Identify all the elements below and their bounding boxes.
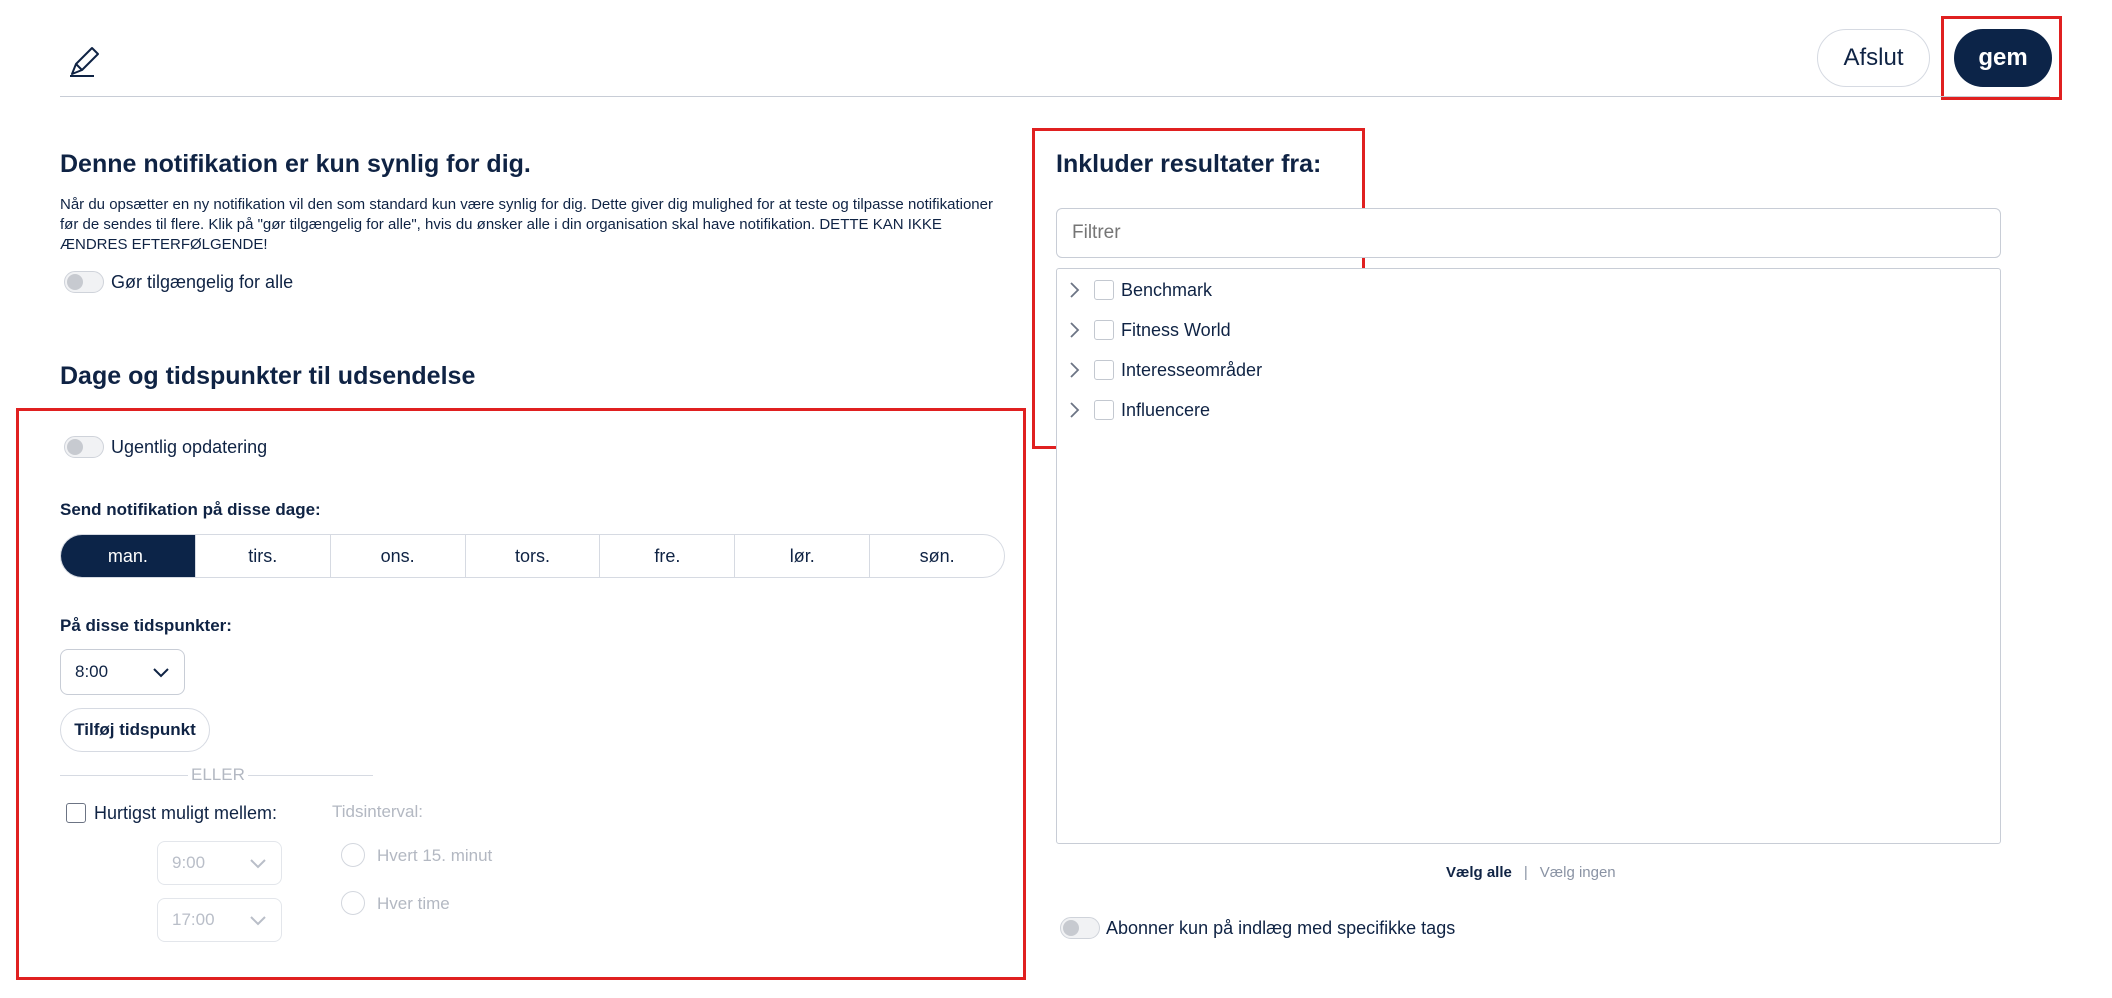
chevron-down-icon: [250, 916, 266, 926]
or-divider-right: [248, 775, 373, 776]
schedule-title: Dage og tidspunkter til udsendelse: [60, 362, 476, 390]
pencil-icon: [70, 47, 99, 77]
exit-button[interactable]: Afslut: [1817, 29, 1930, 87]
or-label: ELLER: [191, 765, 245, 784]
public-toggle-label: Gør tilgængelig for alle: [111, 272, 294, 292]
chevron-right-icon[interactable]: [1065, 321, 1083, 339]
tree-item-label: Interesseområder: [1121, 359, 1263, 380]
day-sat[interactable]: lør.: [735, 535, 871, 577]
day-wed[interactable]: ons.: [331, 535, 466, 577]
tags-toggle[interactable]: [1060, 917, 1100, 939]
chevron-right-icon[interactable]: [1065, 361, 1083, 379]
chevron-right-icon[interactable]: [1065, 281, 1083, 299]
tree-item-label: Fitness World: [1121, 319, 1231, 340]
select-none-link[interactable]: Vælg ingen: [1540, 864, 1616, 881]
tree-item-benchmark[interactable]: Benchmark: [1065, 275, 1212, 305]
filter-input[interactable]: [1056, 208, 2001, 258]
tree-item-label: Influencere: [1121, 399, 1211, 420]
weekly-toggle-label: Ugentlig opdatering: [111, 437, 268, 457]
visibility-description: Når du opsætter en ny notifikation vil d…: [60, 196, 993, 253]
day-fri[interactable]: fre.: [600, 535, 736, 577]
to-time-value: 17:00: [172, 910, 215, 929]
asap-checkbox[interactable]: [66, 803, 86, 823]
days-label: Send notifikation på disse dage:: [60, 500, 321, 519]
tree-checkbox[interactable]: [1094, 280, 1114, 300]
time-select-value: 8:00: [75, 662, 109, 681]
tree-checkbox[interactable]: [1094, 320, 1114, 340]
asap-label: Hurtigst muligt mellem:: [94, 803, 278, 823]
add-time-button[interactable]: Tilføj tidspunkt: [60, 708, 210, 752]
interval-15min-radio[interactable]: [341, 843, 365, 867]
sources-title: Inkluder resultater fra:: [1056, 150, 1322, 178]
from-time-select[interactable]: 9:00: [157, 841, 282, 885]
tree-item-interests[interactable]: Interesseområder: [1065, 355, 1262, 385]
day-tue[interactable]: tirs.: [196, 535, 331, 577]
interval-hourly-radio[interactable]: [341, 891, 365, 915]
interval-15min-label: Hvert 15. minut: [377, 846, 493, 865]
to-time-select[interactable]: 17:00: [157, 898, 282, 942]
tree-item-fitness-world[interactable]: Fitness World: [1065, 315, 1231, 345]
tree-checkbox[interactable]: [1094, 400, 1114, 420]
day-selector: man. tirs. ons. tors. fre. lør. søn.: [60, 534, 1005, 578]
public-toggle[interactable]: [64, 271, 104, 293]
select-separator: |: [1523, 864, 1528, 881]
tree-item-influencers[interactable]: Influencere: [1065, 395, 1210, 425]
from-time-value: 9:00: [172, 853, 206, 872]
day-sun[interactable]: søn.: [870, 535, 1004, 577]
weekly-toggle[interactable]: [64, 436, 104, 458]
chevron-down-icon: [153, 668, 169, 678]
tags-toggle-label: Abonner kun på indlæg med specifikke tag…: [1106, 918, 1456, 938]
select-all-link[interactable]: Vælg alle: [1446, 864, 1512, 881]
or-divider-left: [60, 775, 188, 776]
tree-item-label: Benchmark: [1121, 279, 1213, 300]
visibility-title: Denne notifikation er kun synlig for dig…: [60, 150, 531, 178]
time-select[interactable]: 8:00: [60, 649, 185, 695]
interval-hourly-label: Hver time: [377, 894, 450, 913]
select-links: Vælg alle | Vælg ingen: [1446, 864, 1616, 881]
header-divider: [60, 96, 2050, 97]
times-label: På disse tidspunkter:: [60, 616, 232, 635]
interval-label: Tidsinterval:: [332, 802, 424, 821]
source-tree: Benchmark Fitness World Interesseområder…: [1056, 268, 2001, 844]
save-button[interactable]: gem: [1954, 29, 2052, 87]
day-thu[interactable]: tors.: [466, 535, 601, 577]
day-mon[interactable]: man.: [61, 535, 196, 577]
tree-checkbox[interactable]: [1094, 360, 1114, 380]
chevron-right-icon[interactable]: [1065, 401, 1083, 419]
chevron-down-icon: [250, 859, 266, 869]
